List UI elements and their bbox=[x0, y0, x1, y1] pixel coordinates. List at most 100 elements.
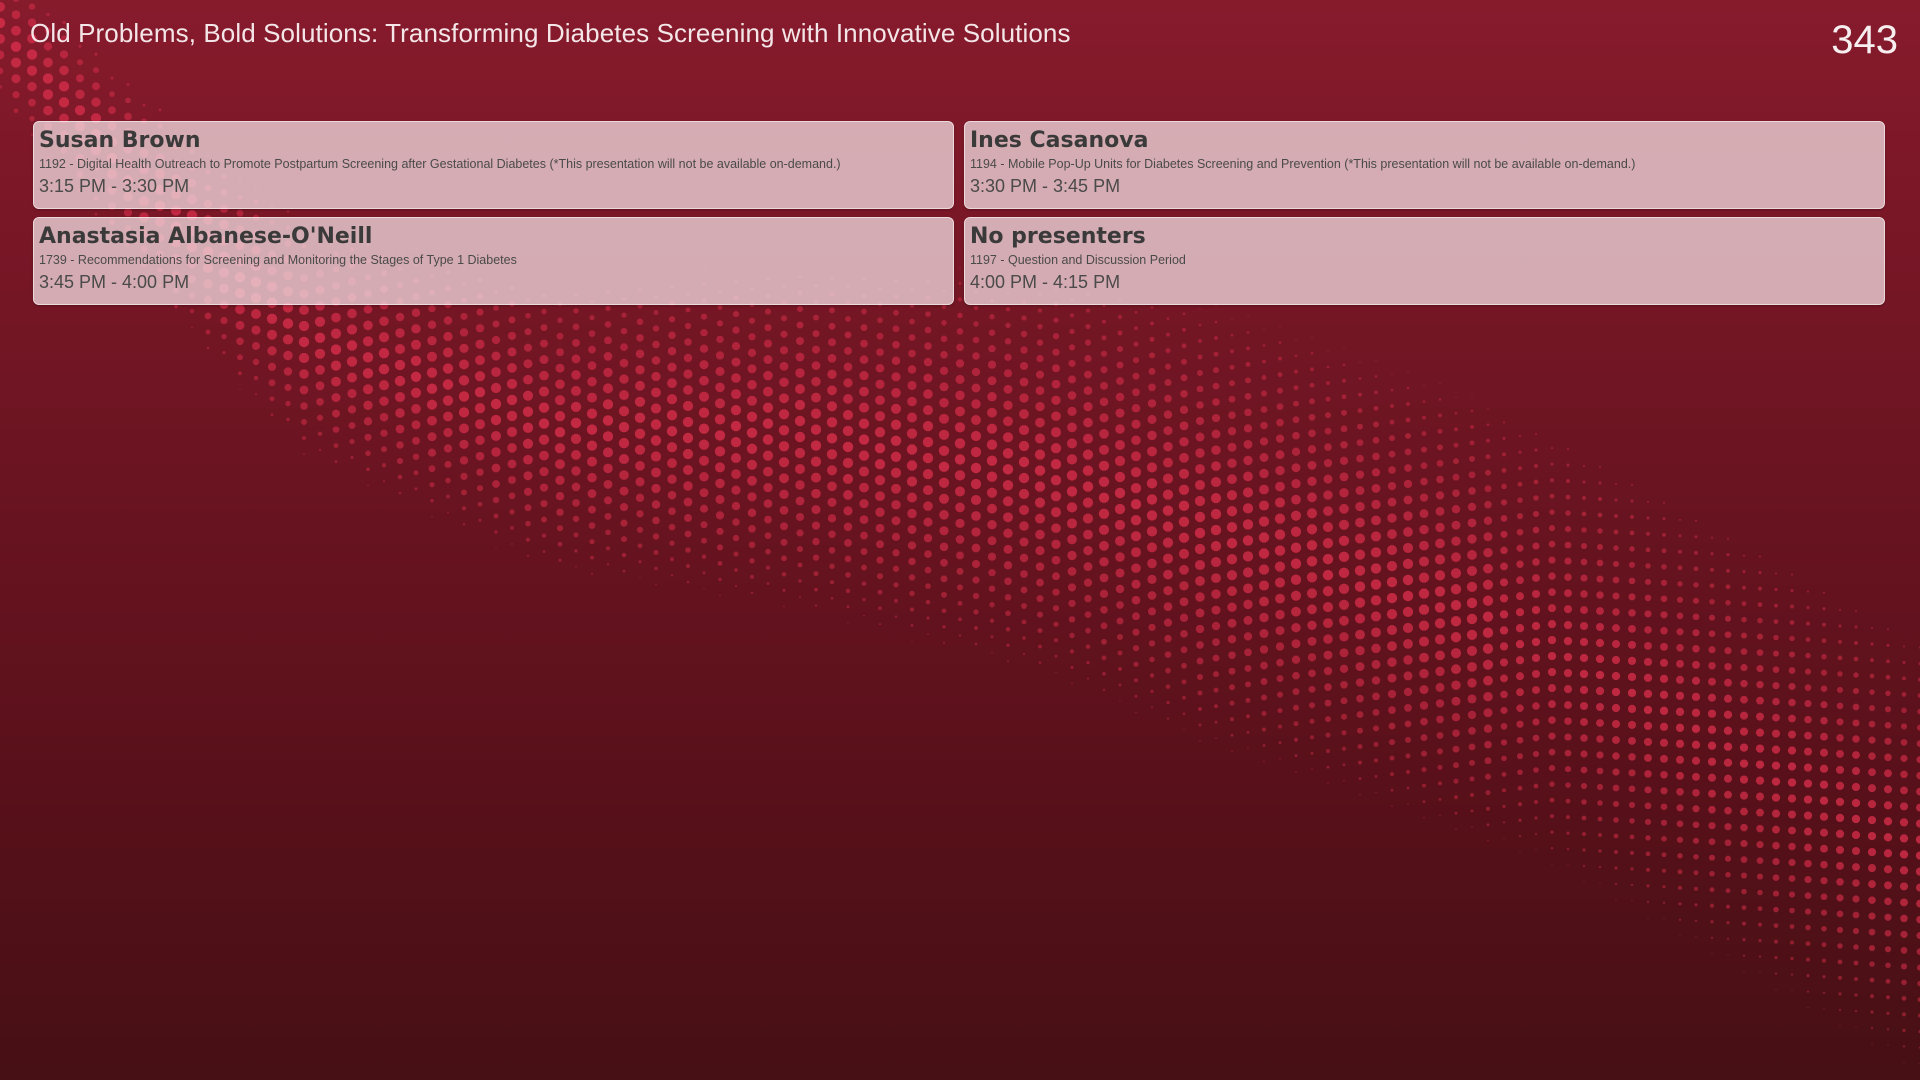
background-dot bbox=[651, 356, 661, 365]
background-dot bbox=[973, 609, 979, 615]
background-dot bbox=[1500, 499, 1508, 506]
schedule-card[interactable]: Susan Brown 1192 - Digital Health Outrea… bbox=[33, 121, 954, 209]
background-dot bbox=[398, 491, 402, 495]
background-dot bbox=[1114, 503, 1126, 515]
background-dot bbox=[1086, 660, 1090, 665]
background-dot bbox=[443, 427, 453, 438]
background-dot bbox=[427, 432, 437, 442]
background-dot bbox=[1003, 416, 1013, 427]
background-dot bbox=[1003, 561, 1013, 570]
background-dot bbox=[379, 412, 389, 422]
background-dot bbox=[685, 563, 691, 569]
background-dot bbox=[1403, 655, 1413, 665]
background-dot bbox=[1628, 753, 1636, 761]
background-dot bbox=[1067, 583, 1077, 592]
background-dot bbox=[236, 337, 244, 346]
background-dot bbox=[1338, 599, 1350, 610]
background-dot bbox=[827, 497, 837, 507]
background-dot bbox=[1501, 788, 1507, 793]
schedule-card[interactable]: Ines Casanova 1194 - Mobile Pop-Up Units… bbox=[964, 121, 1885, 209]
background-dot bbox=[1003, 400, 1013, 410]
background-dot bbox=[1612, 576, 1620, 584]
background-dot bbox=[779, 393, 789, 404]
background-dot bbox=[844, 539, 852, 547]
background-dot bbox=[1820, 877, 1828, 885]
background-dot bbox=[1116, 617, 1124, 625]
background-dot bbox=[1884, 881, 1892, 890]
background-dot bbox=[1277, 387, 1283, 394]
background-dot bbox=[1197, 690, 1203, 696]
background-dot bbox=[1819, 812, 1829, 821]
background-dot bbox=[1482, 659, 1494, 670]
background-dot bbox=[1388, 450, 1396, 458]
background-dot bbox=[493, 305, 499, 311]
background-dot bbox=[1758, 955, 1762, 958]
background-dot bbox=[506, 410, 518, 422]
background-dot bbox=[1838, 992, 1842, 996]
background-dot bbox=[1003, 369, 1013, 378]
background-dot bbox=[1756, 873, 1764, 880]
background-dot bbox=[875, 395, 885, 406]
background-dot bbox=[1374, 774, 1378, 778]
background-dot bbox=[1563, 636, 1573, 646]
background-dot bbox=[1740, 679, 1748, 688]
background-dot bbox=[1805, 637, 1811, 642]
schedule-card[interactable]: No presenters 1197 - Question and Discus… bbox=[964, 217, 1885, 305]
background-dot bbox=[331, 393, 341, 403]
background-dot bbox=[1212, 398, 1220, 406]
background-dot bbox=[1247, 747, 1249, 750]
background-dot bbox=[1260, 406, 1268, 413]
background-dot bbox=[1820, 860, 1828, 869]
background-dot bbox=[459, 343, 469, 354]
background-dot bbox=[845, 572, 851, 578]
background-dot bbox=[1404, 720, 1412, 728]
background-dot bbox=[1115, 584, 1125, 594]
background-dot bbox=[1115, 552, 1125, 562]
background-dot bbox=[811, 521, 821, 530]
background-dot bbox=[1452, 473, 1460, 481]
background-dot bbox=[1308, 413, 1316, 421]
background-dot bbox=[1675, 739, 1685, 748]
background-dot bbox=[1131, 451, 1141, 462]
background-dot bbox=[1726, 937, 1730, 940]
background-dot bbox=[1226, 490, 1238, 501]
background-dot bbox=[1870, 658, 1874, 663]
background-dot bbox=[1275, 465, 1285, 476]
background-dot bbox=[1245, 377, 1251, 384]
background-dot bbox=[1261, 375, 1267, 380]
background-dot bbox=[1341, 730, 1347, 736]
background-dot bbox=[891, 500, 901, 510]
background-dot bbox=[1358, 392, 1362, 397]
background-dot bbox=[239, 388, 241, 390]
background-dot bbox=[1343, 348, 1345, 350]
background-dot bbox=[1646, 531, 1650, 536]
background-dot bbox=[461, 506, 467, 511]
background-dot bbox=[1582, 864, 1586, 868]
background-dot bbox=[955, 518, 965, 529]
background-dot bbox=[845, 588, 851, 594]
background-dot bbox=[1630, 483, 1634, 486]
background-dot bbox=[970, 430, 982, 442]
background-dot bbox=[1099, 573, 1109, 583]
background-dot bbox=[1404, 448, 1412, 456]
background-dot bbox=[1310, 367, 1314, 372]
background-dot bbox=[1454, 811, 1458, 815]
background-dot bbox=[1887, 1044, 1889, 1046]
background-dot bbox=[1868, 752, 1876, 760]
schedule-card[interactable]: Anastasia Albanese-O'Neill 1739 - Recomm… bbox=[33, 217, 954, 305]
background-dot bbox=[1482, 611, 1494, 622]
background-dot bbox=[1758, 939, 1762, 943]
background-dot bbox=[1243, 599, 1253, 610]
background-dot bbox=[1325, 412, 1331, 419]
background-dot bbox=[1803, 827, 1813, 836]
background-dot bbox=[922, 452, 934, 464]
background-dot bbox=[1647, 917, 1649, 919]
background-dot bbox=[1598, 865, 1602, 869]
background-dot bbox=[1741, 921, 1747, 926]
background-dot bbox=[1518, 435, 1522, 438]
background-dot bbox=[1451, 520, 1461, 530]
background-dot bbox=[1307, 492, 1317, 503]
background-dot bbox=[747, 508, 757, 518]
background-dot bbox=[1598, 465, 1602, 469]
background-dot bbox=[1371, 659, 1381, 669]
